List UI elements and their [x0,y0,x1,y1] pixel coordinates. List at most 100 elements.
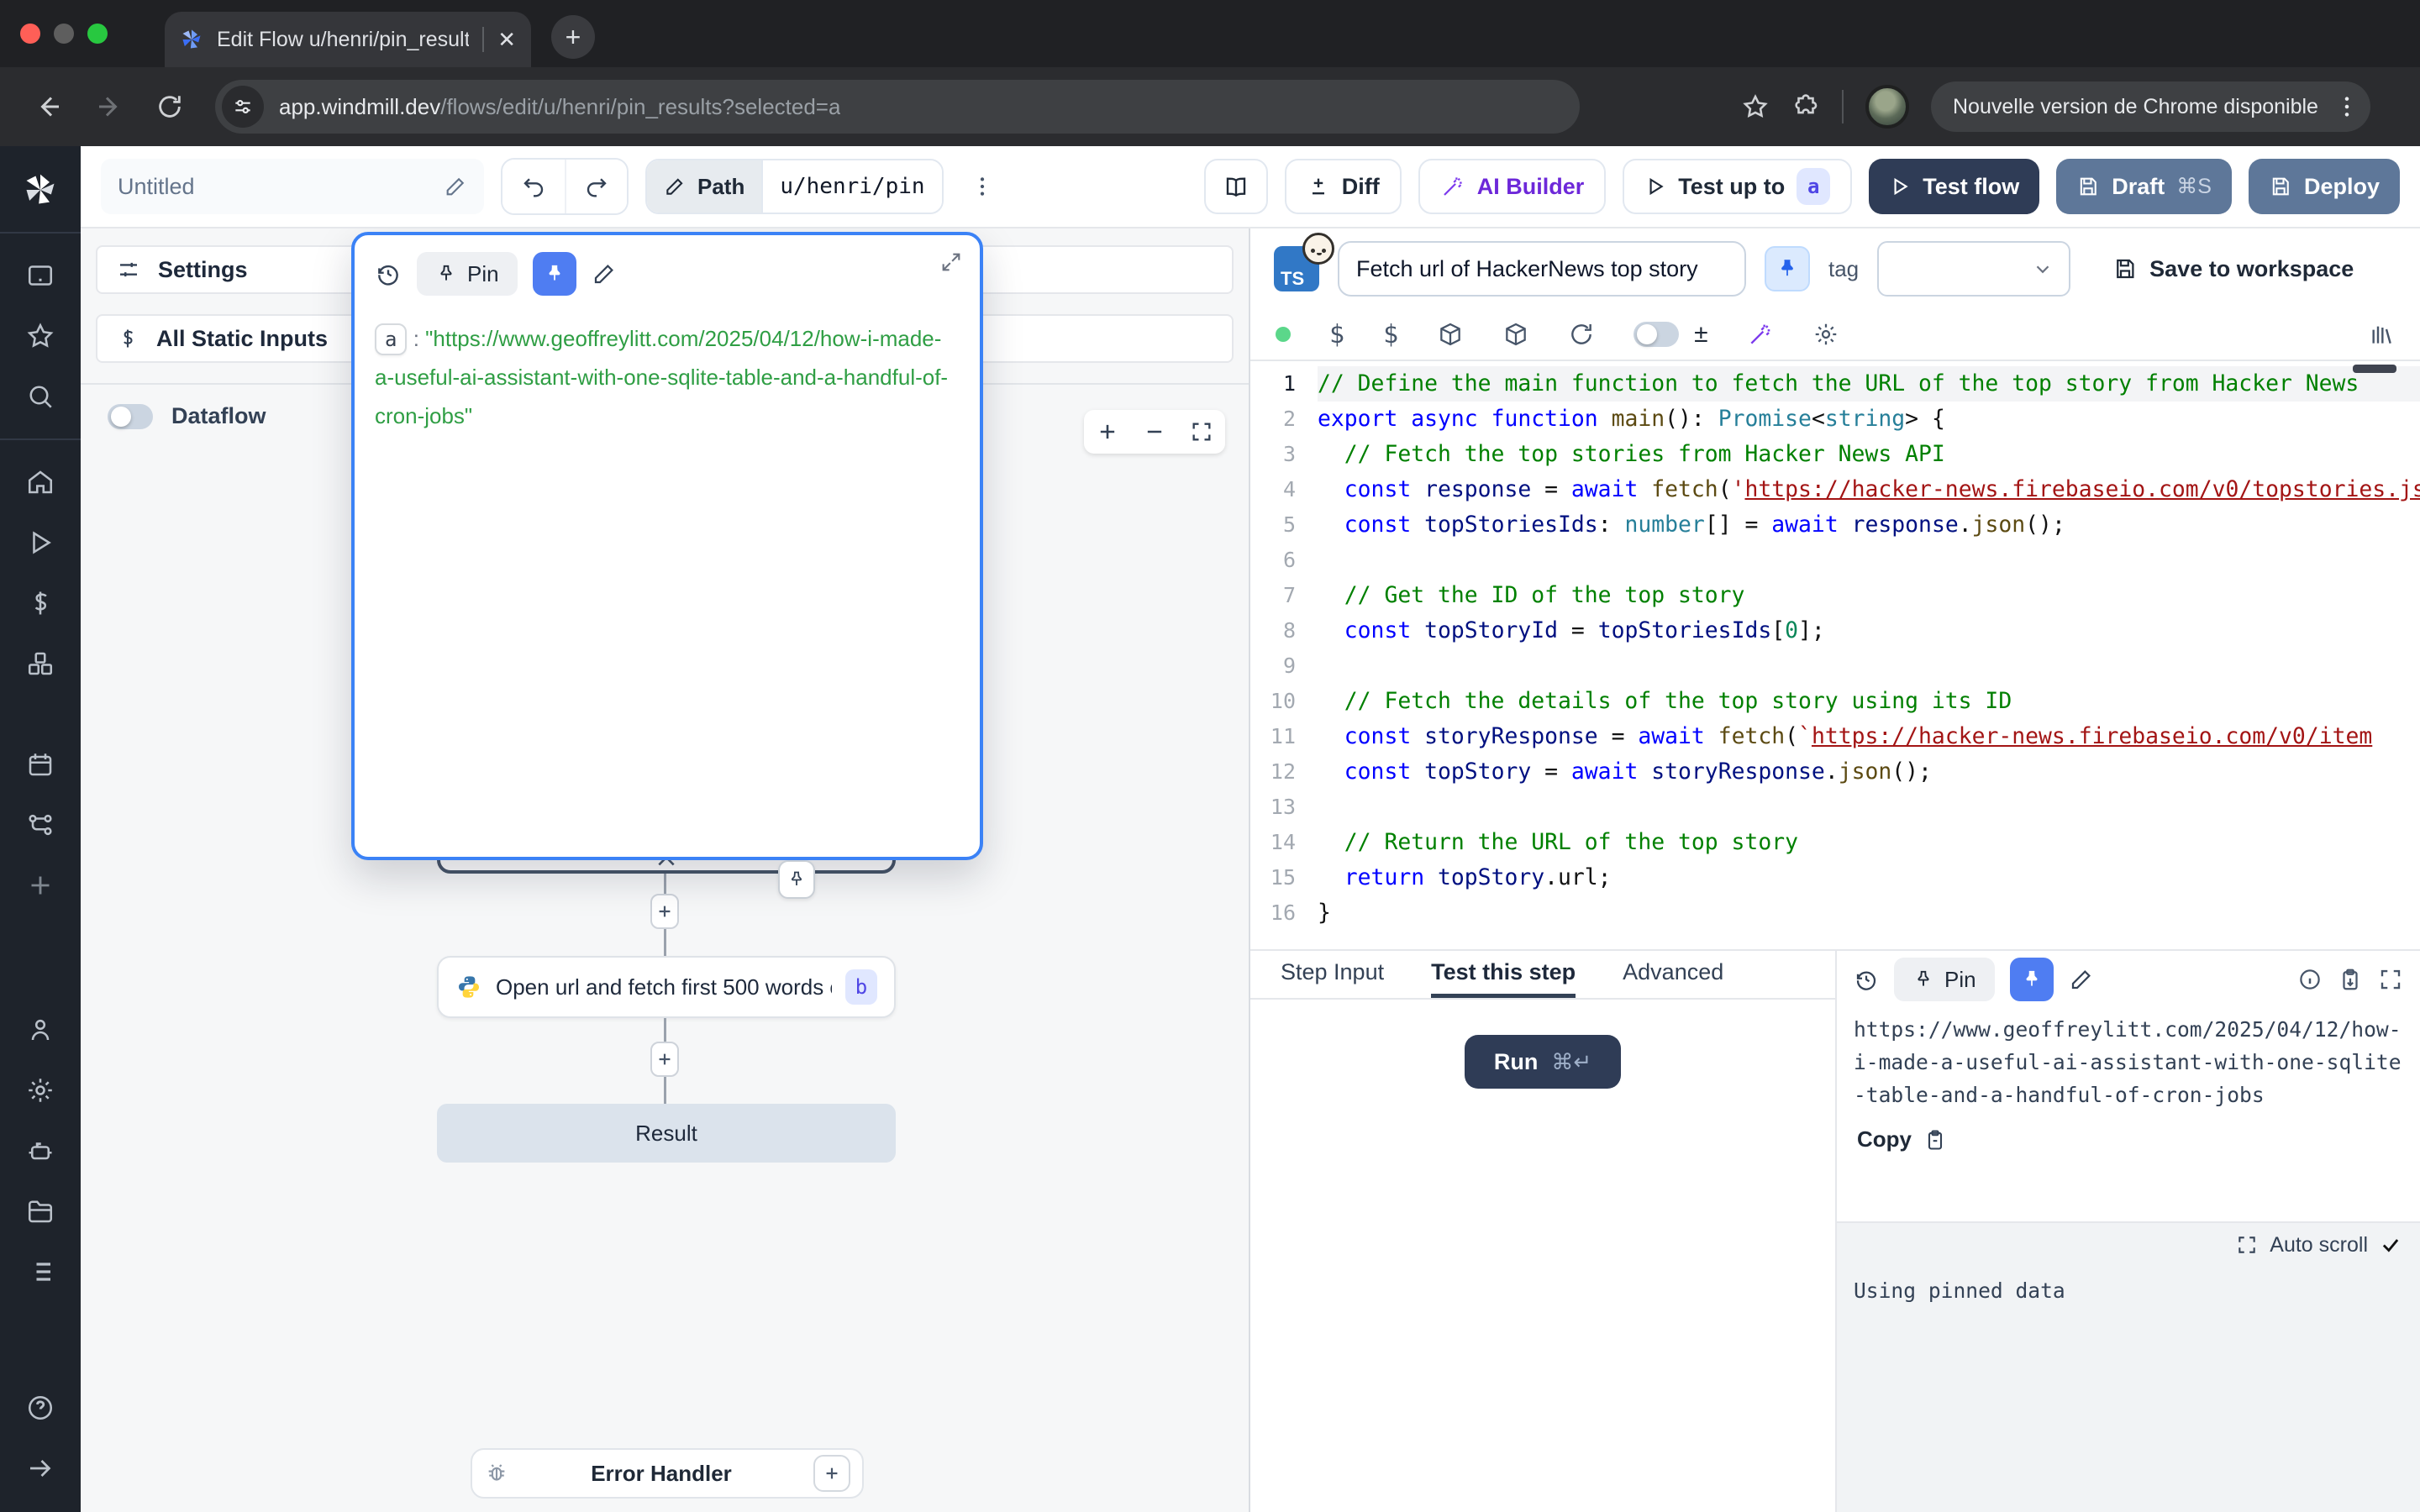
typescript-bun-icon: TS [1274,246,1319,291]
variables-icon[interactable]: $ [1383,320,1398,349]
package-icon[interactable] [1502,321,1529,348]
diff-mode-toggle[interactable] [1634,322,1679,347]
test-flow-button[interactable]: Test flow [1869,159,2039,214]
run-button[interactable]: Run ⌘↵ [1465,1035,1621,1089]
reload-script-icon[interactable] [1568,321,1595,348]
tab-close-icon[interactable]: ✕ [497,29,516,50]
sidebar-item-audit-logs[interactable] [0,1242,81,1302]
sidebar-item-users[interactable] [0,1000,81,1060]
tab-step-input[interactable]: Step Input [1281,951,1384,998]
minimize-window-button[interactable] [54,24,74,44]
sidebar-item-triggers[interactable] [0,795,81,855]
tab-advanced[interactable]: Advanced [1623,951,1723,998]
code-editor[interactable]: 12345678910111213141516 // Define the ma… [1250,360,2420,949]
windmill-favicon [180,28,203,51]
tag-select[interactable] [1877,241,2070,297]
info-icon[interactable] [2297,967,2323,992]
redo-button[interactable] [565,160,627,213]
fit-view-icon[interactable] [1178,410,1225,454]
sidebar-item-help[interactable] [0,1378,81,1438]
fullscreen-icon[interactable] [2378,967,2403,992]
profile-avatar[interactable] [1865,85,1909,129]
history-icon[interactable] [375,260,402,287]
flow-node-error-handler[interactable]: Error Handler [471,1448,864,1499]
tab-test-this-step[interactable]: Test this step [1431,951,1576,998]
ai-assistant-icon[interactable] [1747,321,1774,348]
docs-button[interactable] [1204,159,1268,214]
sidebar-item-apps[interactable] [0,245,81,306]
dataflow-toggle[interactable] [108,404,153,429]
step-title-input[interactable] [1338,241,1746,297]
node-pin-badge[interactable] [778,860,815,899]
save-to-workspace-button[interactable]: Save to workspace [2112,256,2354,282]
sidebar-item-settings[interactable] [0,1060,81,1121]
zoom-out-icon[interactable] [1131,410,1178,454]
forward-icon[interactable] [84,81,134,132]
pin-active-button[interactable] [533,252,576,296]
history-icon[interactable] [1854,967,1879,992]
argument-separator: : [413,326,425,351]
step-editor-panel: TS tag Save to workspac [1250,228,2420,1512]
ai-builder-button[interactable]: AI Builder [1418,159,1607,214]
more-options-icon[interactable] [960,161,1004,212]
step-pin-active-button[interactable] [1765,246,1810,291]
sidebar-item-folders[interactable] [0,1181,81,1242]
play-icon [1644,176,1666,197]
flow-name-field[interactable]: Untitled [101,159,484,214]
draft-button[interactable]: Draft ⌘S [2056,159,2232,214]
pin-button[interactable]: Pin [1894,958,1995,1001]
reload-icon[interactable] [145,81,195,132]
auto-scroll-label[interactable]: Auto scroll [2270,1233,2368,1257]
flow-node-result[interactable]: Result [437,1104,896,1163]
sidebar-item-variables[interactable] [0,573,81,633]
windmill-logo[interactable] [0,160,81,220]
edit-name-pencil-icon[interactable] [444,175,467,198]
sidebar-item-schedules[interactable] [0,734,81,795]
deploy-button[interactable]: Deploy [2249,159,2400,214]
edit-pencil-icon[interactable] [2069,967,2094,992]
clipboard-paste-icon[interactable] [2338,967,2363,992]
editor-scrollbar[interactable] [2353,365,2396,373]
pin-button[interactable]: Pin [417,252,518,296]
zoom-window-button[interactable] [87,24,108,44]
undo-button[interactable] [502,160,565,213]
flow-node-b[interactable]: Open url and fetch first 500 words of ..… [437,956,896,1018]
back-icon[interactable] [24,81,74,132]
expand-logs-icon[interactable] [2236,1234,2258,1256]
zoom-in-icon[interactable] [1084,410,1131,454]
address-bar[interactable]: app.windmill.dev/flows/edit/u/henri/pin_… [215,80,1580,134]
sidebar-item-search[interactable] [0,366,81,427]
insert-step-button[interactable] [650,894,679,929]
sidebar-item-home[interactable] [0,452,81,512]
edit-pencil-icon[interactable] [592,261,617,286]
copy-button[interactable]: Copy [1837,1111,2420,1168]
editor-settings-gear-icon[interactable] [1812,321,1839,348]
tag-label: tag [1828,256,1859,282]
sidebar-item-runs[interactable] [0,512,81,573]
sidebar-expand-icon[interactable] [0,1438,81,1499]
close-window-button[interactable] [20,24,40,44]
library-icon[interactable] [2368,321,2395,348]
extensions-icon[interactable] [1791,92,1820,121]
diff-button[interactable]: Diff [1285,159,1402,214]
sidebar-item-favorites[interactable] [0,306,81,366]
package-icon[interactable] [1437,321,1464,348]
sidebar-item-add[interactable] [0,855,81,916]
chrome-update-button[interactable]: Nouvelle version de Chrome disponible [1931,81,2370,132]
browser-tab[interactable]: Edit Flow u/henri/pin_results ✕ [165,12,531,67]
new-tab-button[interactable]: + [551,15,595,59]
site-settings-icon[interactable] [222,86,264,128]
expand-popup-icon[interactable] [939,250,963,274]
sidebar-item-workers[interactable] [0,1121,81,1181]
bookmark-star-icon[interactable] [1741,92,1770,121]
path-field[interactable]: Path u/henri/pin [645,159,944,214]
pinned-input-popup: Pin [351,232,983,860]
sidebar-item-resources[interactable] [0,633,81,694]
variables-icon[interactable]: $ [1329,320,1344,349]
pinned-result-value: https://www.geoffreylitt.com/2025/04/12/… [1837,1008,2420,1111]
pin-active-button[interactable] [2010,958,2054,1001]
add-error-handler-button[interactable] [813,1455,850,1492]
test-up-to-button[interactable]: Test up to a [1623,159,1852,214]
insert-step-button[interactable] [650,1042,679,1077]
browser-menu-icon[interactable] [2333,93,2360,120]
